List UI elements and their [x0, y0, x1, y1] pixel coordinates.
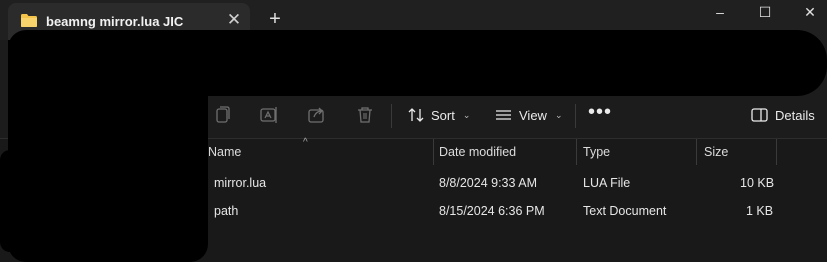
new-tab-button[interactable]: + [265, 8, 285, 30]
sort-icon [408, 108, 424, 122]
column-header-size[interactable]: Size [704, 139, 728, 165]
close-window-button[interactable]: ✕ [798, 2, 822, 22]
chevron-down-icon: ⌄ [462, 109, 471, 120]
sort-button[interactable]: Sort ⌄ [407, 102, 470, 128]
sort-label: Sort [431, 107, 455, 123]
redaction-block [0, 150, 168, 252]
more-options-button[interactable]: ••• [588, 102, 611, 128]
table-row[interactable]: path 8/15/2024 6:36 PM Text Document 1 K… [160, 198, 827, 224]
details-pane-button[interactable]: Details [751, 102, 815, 128]
column-divider[interactable] [576, 139, 577, 165]
rename-icon[interactable] [258, 104, 280, 126]
view-button[interactable]: View ⌄ [494, 102, 563, 128]
folder-icon [21, 14, 37, 27]
view-label: View [519, 107, 547, 123]
redaction-block [150, 30, 827, 96]
details-pane-icon [751, 108, 768, 122]
column-header-type[interactable]: Type [583, 139, 610, 165]
delete-icon[interactable] [354, 104, 376, 126]
file-date: 8/15/2024 6:36 PM [439, 204, 545, 218]
redaction-block [8, 40, 188, 140]
column-divider[interactable] [696, 139, 697, 165]
details-label: Details [775, 107, 815, 123]
view-icon [496, 110, 511, 120]
file-name: path [214, 204, 239, 218]
close-icon[interactable]: ✕ [225, 11, 243, 29]
column-header-name[interactable]: Name [208, 139, 241, 165]
tab-title: beamng mirror.lua JIC [46, 14, 184, 29]
column-header-date[interactable]: Date modified [439, 139, 516, 165]
file-date: 8/8/2024 9:33 AM [439, 176, 537, 190]
file-name: mirror.lua [214, 176, 267, 190]
share-icon[interactable] [306, 104, 328, 126]
file-type: LUA File [583, 176, 631, 190]
column-divider[interactable] [776, 139, 777, 165]
column-divider[interactable] [433, 139, 434, 165]
maximize-button[interactable]: ☐ [753, 2, 777, 22]
toolbar-divider [575, 104, 576, 128]
file-size: 1 KB [746, 204, 774, 218]
sort-ascending-icon: ^ [303, 137, 308, 148]
table-row[interactable]: mirror.lua 8/8/2024 9:33 AM LUA File 10 … [160, 170, 827, 196]
file-list: ^ Name Date modified Type Size mirror.lu… [160, 137, 827, 262]
copy-icon[interactable] [211, 104, 233, 126]
toolbar-divider [391, 104, 392, 128]
chevron-down-icon: ⌄ [554, 109, 563, 120]
file-type: Text Document [583, 204, 667, 218]
minimize-button[interactable]: – [708, 2, 732, 22]
file-size: 10 KB [740, 176, 775, 190]
